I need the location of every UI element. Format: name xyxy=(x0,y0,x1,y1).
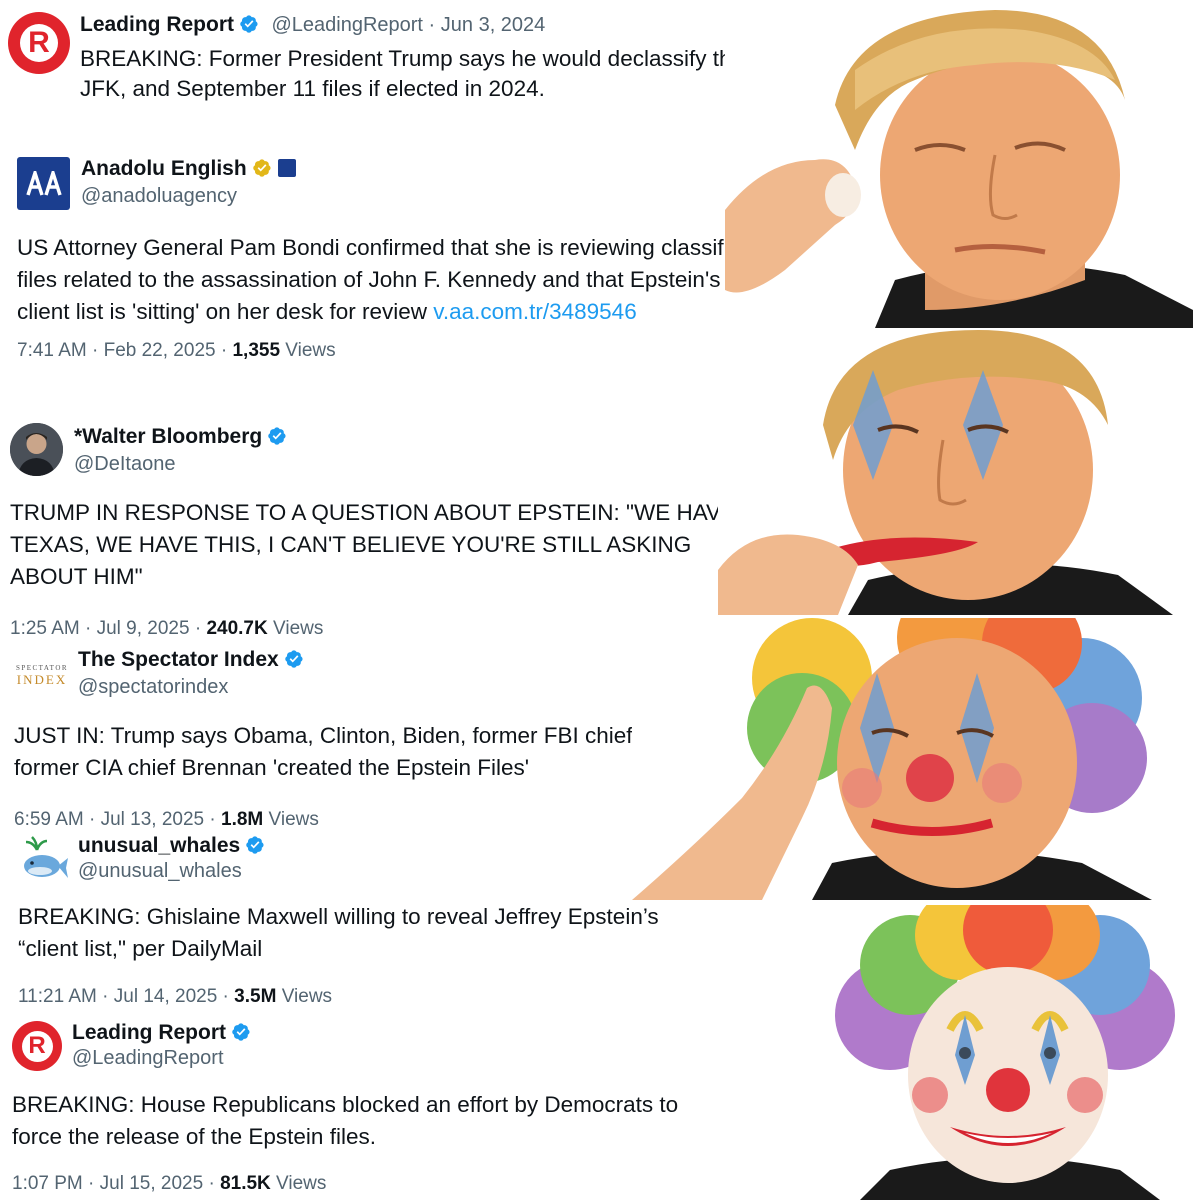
affiliate-logo-icon xyxy=(277,159,296,177)
tweet-timestamp[interactable]: 1:07 PM · Jul 15, 2025 · xyxy=(12,1173,220,1194)
view-count: 1,355 xyxy=(232,340,281,361)
tweet2-text-body: US Attorney General Pam Bondi confirmed … xyxy=(17,235,754,324)
views-label: Views xyxy=(276,1173,327,1194)
face-clown-wig-image xyxy=(632,618,1193,900)
meme-panel-1 xyxy=(725,10,1193,328)
author-handle[interactable]: @DeItaone xyxy=(74,453,175,476)
avatar-anadolu[interactable] xyxy=(17,157,70,210)
face-full-clown-image xyxy=(820,905,1193,1200)
view-count: 3.5M xyxy=(234,986,277,1007)
tweet3-header: *Walter Bloomberg xyxy=(74,425,287,451)
avatar-spectator-index[interactable]: SPECTATOR INDEX xyxy=(14,655,70,695)
tweet-date[interactable]: Jun 3, 2024 xyxy=(441,14,546,36)
verified-badge-icon xyxy=(284,649,304,674)
meme-panel-2 xyxy=(718,330,1193,615)
view-count: 81.5K xyxy=(220,1173,271,1194)
view-count: 1.8M xyxy=(221,809,264,830)
leading-report-logo: R xyxy=(21,1030,53,1062)
tweet5-meta: 11:21 AM · Jul 14, 2025 · 3.5M Views xyxy=(18,986,332,1008)
tweet6-header: Leading Report xyxy=(72,1021,251,1047)
tweet2-text: US Attorney General Pam Bondi confirmed … xyxy=(17,232,777,328)
author-name[interactable]: Leading Report xyxy=(72,1021,226,1044)
avatar-leading-report[interactable]: R xyxy=(12,1021,62,1071)
tweet-timestamp[interactable]: 11:21 AM · Jul 14, 2025 · xyxy=(18,986,234,1007)
tweet6-text: BREAKING: House Republicans blocked an e… xyxy=(12,1092,679,1149)
avatar-leading-report[interactable]: R xyxy=(8,12,70,74)
tweet6-meta: 1:07 PM · Jul 15, 2025 · 81.5K Views xyxy=(12,1173,326,1195)
spectator-logo-top: SPECTATOR xyxy=(15,663,69,672)
author-name[interactable]: *Walter Bloomberg xyxy=(74,425,262,448)
views-label: Views xyxy=(268,809,319,830)
tweet3-text: TRUMP IN RESPONSE TO A QUESTION ABOUT EP… xyxy=(10,500,737,589)
author-name[interactable]: The Spectator Index xyxy=(78,648,279,671)
tweet2-header: Anadolu English xyxy=(81,157,296,183)
verified-badge-icon xyxy=(267,426,287,451)
author-name[interactable]: unusual_whales xyxy=(78,834,240,857)
verified-badge-icon xyxy=(245,835,265,860)
tweet-timestamp[interactable]: 6:59 AM · Jul 13, 2025 · xyxy=(14,809,221,830)
author-handle[interactable]: @LeadingReport xyxy=(72,1047,224,1070)
verified-gold-badge-icon xyxy=(252,158,272,183)
whale-icon xyxy=(24,836,68,878)
tweet2-link[interactable]: v.aa.com.tr/3489546 xyxy=(433,299,636,324)
verified-badge-icon xyxy=(239,14,259,39)
separator-dot: · xyxy=(422,14,441,36)
tweet4-header: The Spectator Index xyxy=(78,648,304,674)
leading-report-logo: R xyxy=(19,23,59,63)
tweet-timestamp[interactable]: 1:25 AM · Jul 9, 2025 · xyxy=(10,618,206,639)
author-handle[interactable]: @spectatorindex xyxy=(78,676,228,699)
anadolu-logo-icon xyxy=(25,170,62,196)
author-name[interactable]: Anadolu English xyxy=(81,157,247,180)
face-plain-image xyxy=(725,10,1193,328)
views-label: Views xyxy=(285,340,336,361)
spectator-logo-bottom: INDEX xyxy=(16,671,68,687)
tweet4-meta: 6:59 AM · Jul 13, 2025 · 1.8M Views xyxy=(14,809,319,831)
author-handle[interactable]: @anadoluagency xyxy=(81,185,237,208)
tweet3-meta: 1:25 AM · Jul 9, 2025 · 240.7K Views xyxy=(10,618,323,640)
view-count: 240.7K xyxy=(206,618,268,639)
tweet-timestamp[interactable]: 7:41 AM · Feb 22, 2025 · xyxy=(17,340,232,361)
meme-panel-3 xyxy=(632,618,1193,900)
author-name[interactable]: Leading Report xyxy=(80,13,234,36)
views-label: Views xyxy=(273,618,324,639)
person-photo-icon xyxy=(10,423,63,476)
tweet5-header: unusual_whales xyxy=(78,834,265,860)
author-handle[interactable]: @LeadingReport xyxy=(271,14,423,36)
avatar-unusual-whales[interactable] xyxy=(20,836,70,882)
views-label: Views xyxy=(281,986,333,1007)
meme-panel-4 xyxy=(820,905,1193,1200)
tweet2-meta: 7:41 AM · Feb 22, 2025 · 1,355 Views xyxy=(17,340,336,362)
tweet5-text: BREAKING: Ghislaine Maxwell willing to r… xyxy=(18,904,659,961)
verified-badge-icon xyxy=(231,1022,251,1047)
avatar-walter-bloomberg[interactable] xyxy=(10,423,63,476)
face-clown-paint-image xyxy=(718,330,1193,615)
author-handle[interactable]: @unusual_whales xyxy=(78,860,242,883)
tweet1-header: Leading Report @LeadingReport · Jun 3, 2… xyxy=(80,13,545,39)
